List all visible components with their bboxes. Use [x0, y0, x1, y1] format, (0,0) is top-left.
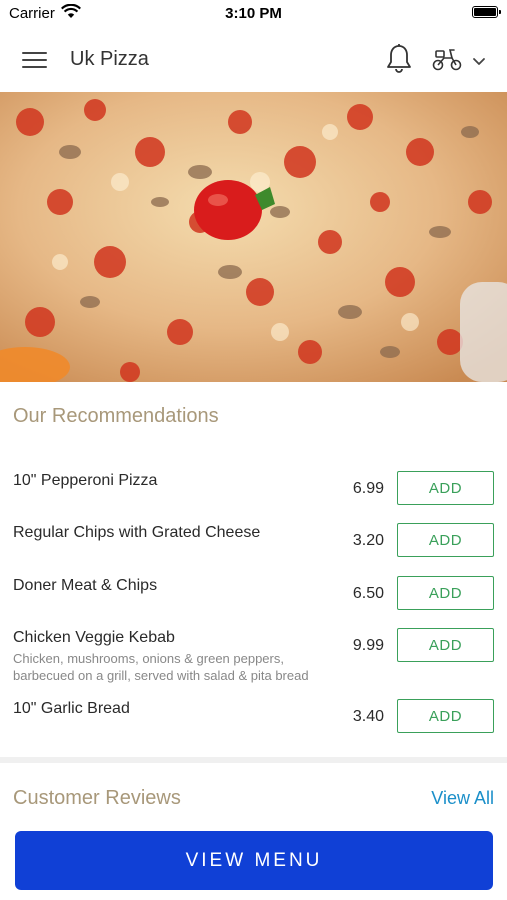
status-bar: Carrier 3:10 PM: [0, 0, 507, 28]
clock: 3:10 PM: [225, 5, 282, 22]
view-all-link[interactable]: View All: [431, 788, 494, 809]
add-button[interactable]: ADD: [397, 699, 494, 733]
menu-icon[interactable]: [22, 50, 47, 70]
item-description: Chicken, mushrooms, onions & green peppe…: [13, 651, 309, 683]
battery-icon: [472, 6, 501, 18]
add-button[interactable]: ADD: [397, 628, 494, 662]
hero-pizza-image: [0, 92, 507, 382]
view-menu-button[interactable]: VIEW MENU: [15, 831, 493, 890]
item-name: Regular Chips with Grated Cheese: [13, 524, 261, 541]
item-price: 9.99: [352, 637, 384, 654]
bell-icon[interactable]: [385, 43, 413, 80]
restaurant-title: Uk Pizza: [70, 48, 149, 70]
chevron-down-icon[interactable]: [472, 54, 486, 72]
item-price: 6.99: [352, 480, 384, 497]
delivery-scooter-icon[interactable]: [431, 46, 463, 77]
app-header: Uk Pizza: [0, 28, 507, 92]
item-price: 6.50: [352, 585, 384, 602]
reviews-title: Customer Reviews: [13, 787, 181, 809]
recommendations-title: Our Recommendations: [13, 405, 219, 427]
item-price: 3.40: [352, 708, 384, 725]
item-name: 10" Pepperoni Pizza: [13, 472, 158, 489]
add-button[interactable]: ADD: [397, 523, 494, 557]
item-name: Chicken Veggie Kebab: [13, 629, 175, 646]
section-divider: [0, 757, 507, 763]
item-name: 10" Garlic Bread: [13, 700, 130, 717]
add-button[interactable]: ADD: [397, 576, 494, 610]
add-button[interactable]: ADD: [397, 471, 494, 505]
item-name: Doner Meat & Chips: [13, 577, 158, 594]
item-price: 3.20: [352, 532, 384, 549]
